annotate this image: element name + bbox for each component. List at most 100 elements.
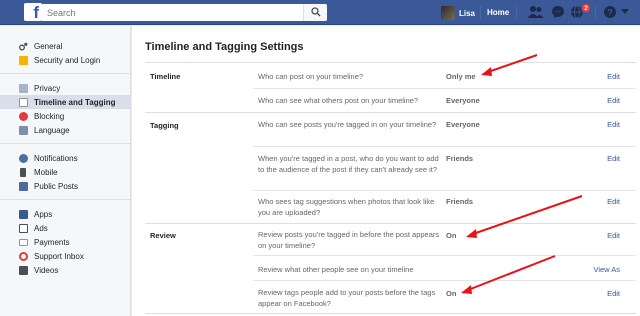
sidebar-item-general[interactable]: General xyxy=(0,39,130,53)
setting-value: Friends xyxy=(446,197,474,206)
divider xyxy=(145,223,636,224)
sidebar-item-label: Security and Login xyxy=(34,55,101,65)
sidebar-item-ads[interactable]: Ads xyxy=(0,221,130,235)
setting-value: Friends xyxy=(446,154,474,163)
sidebar-item-security[interactable]: Security and Login xyxy=(0,53,130,67)
edit-link[interactable]: Edit xyxy=(607,72,620,81)
setting-question: Review what other people see on your tim… xyxy=(258,265,414,274)
notification-badge: 2 xyxy=(581,3,591,13)
setting-value: Everyone xyxy=(446,96,480,105)
sidebar-group-apps: Apps Ads Payments Support Inbox Videos xyxy=(0,200,130,283)
sidebar-group-account: General Security and Login xyxy=(0,26,130,74)
section-label-review: Review xyxy=(150,231,176,240)
section-label-tagging: Tagging xyxy=(150,121,179,130)
profile-name: Lisa xyxy=(459,8,476,18)
edit-link[interactable]: Edit xyxy=(607,96,620,105)
divider xyxy=(253,88,636,89)
sidebar-group-notifications: Notifications Mobile Public Posts xyxy=(0,144,130,200)
friend-requests-icon[interactable] xyxy=(527,5,544,19)
divider xyxy=(253,146,636,147)
profile-link[interactable]: Lisa xyxy=(441,5,475,21)
divider xyxy=(480,6,481,19)
sidebar-item-label: Notifications xyxy=(34,153,78,163)
setting-value: Only me xyxy=(446,72,476,81)
sidebar-item-apps[interactable]: Apps xyxy=(0,207,130,221)
payments-icon xyxy=(19,239,28,246)
sidebar-item-label: Public Posts xyxy=(34,181,79,191)
section-label-timeline: Timeline xyxy=(150,72,181,81)
help-icon[interactable]: ? xyxy=(603,5,617,19)
setting-value: Everyone xyxy=(446,120,480,129)
messenger-icon[interactable] xyxy=(551,5,565,19)
timeline-icon xyxy=(19,98,28,107)
page-title: Timeline and Tagging Settings xyxy=(145,41,304,53)
divider xyxy=(145,313,636,314)
edit-link[interactable]: Edit xyxy=(607,120,620,129)
lock-icon xyxy=(19,84,28,93)
divider xyxy=(253,190,636,191)
edit-link[interactable]: Edit xyxy=(607,197,620,206)
sidebar-item-label: Payments xyxy=(34,237,70,247)
search-input[interactable] xyxy=(41,4,301,21)
sidebar-item-privacy[interactable]: Privacy xyxy=(0,81,130,95)
svg-text:?: ? xyxy=(607,8,613,18)
setting-question: Review tags people add to your posts bef… xyxy=(258,288,436,308)
lifebuoy-icon xyxy=(19,252,28,261)
sidebar-item-language[interactable]: Language xyxy=(0,123,130,137)
language-icon xyxy=(19,126,28,135)
shield-icon xyxy=(19,56,28,65)
globe-icon xyxy=(19,154,28,163)
setting-question: Who can post on your timeline? xyxy=(258,72,364,81)
logo-letter: f xyxy=(33,3,39,22)
account-menu-icon[interactable] xyxy=(621,9,629,15)
sidebar-item-notifications[interactable]: Notifications xyxy=(0,151,130,165)
sidebar-item-label: General xyxy=(34,41,63,51)
divider xyxy=(253,255,636,256)
setting-value: On xyxy=(446,289,457,298)
settings-sidebar: General Security and Login Privacy Timel… xyxy=(0,26,131,316)
search-icon xyxy=(311,7,321,17)
blocking-icon xyxy=(19,112,28,121)
sidebar-item-label: Privacy xyxy=(34,83,61,93)
view-as-link[interactable]: View As xyxy=(593,265,620,274)
setting-value: On xyxy=(446,231,457,240)
divider xyxy=(595,6,596,19)
facebook-logo[interactable]: f xyxy=(24,3,42,22)
edit-link[interactable]: Edit xyxy=(607,154,620,163)
sidebar-item-blocking[interactable]: Blocking xyxy=(0,109,130,123)
divider xyxy=(145,62,636,63)
setting-question: Review posts you're tagged in before the… xyxy=(258,230,440,250)
sidebar-group-privacy: Privacy Timeline and Tagging Blocking La… xyxy=(0,74,130,144)
sidebar-item-public-posts[interactable]: Public Posts xyxy=(0,179,130,193)
home-link[interactable]: Home xyxy=(487,8,509,17)
video-icon xyxy=(19,266,28,275)
top-navigation-bar: f Lisa Home 2 ? xyxy=(0,0,640,25)
setting-question: Who can see posts you're tagged in on yo… xyxy=(258,120,437,129)
edit-link[interactable]: Edit xyxy=(607,289,620,298)
setting-question: Who sees tag suggestions when photos tha… xyxy=(258,197,435,217)
sidebar-item-label: Timeline and Tagging xyxy=(34,97,116,107)
setting-question: Who can see what others post on your tim… xyxy=(258,96,419,105)
sidebar-item-support-inbox[interactable]: Support Inbox xyxy=(0,249,130,263)
edit-link[interactable]: Edit xyxy=(607,231,620,240)
rss-icon xyxy=(19,182,28,191)
sidebar-item-label: Blocking xyxy=(34,111,65,121)
ads-icon xyxy=(19,224,28,233)
avatar xyxy=(441,6,455,20)
sidebar-item-label: Apps xyxy=(34,209,53,219)
gear-icon xyxy=(19,42,28,51)
setting-question: When you're tagged in a post, who do you… xyxy=(258,154,439,174)
sidebar-item-label: Videos xyxy=(34,265,59,275)
search-box xyxy=(41,4,327,21)
search-button[interactable] xyxy=(303,4,327,21)
apps-icon xyxy=(19,210,28,219)
sidebar-item-label: Mobile xyxy=(34,167,58,177)
sidebar-item-timeline-and-tagging[interactable]: Timeline and Tagging xyxy=(0,95,130,109)
sidebar-item-label: Ads xyxy=(34,223,48,233)
sidebar-item-label: Language xyxy=(34,125,70,135)
sidebar-item-videos[interactable]: Videos xyxy=(0,263,130,277)
sidebar-item-payments[interactable]: Payments xyxy=(0,235,130,249)
divider xyxy=(253,280,636,281)
divider xyxy=(516,6,517,19)
sidebar-item-mobile[interactable]: Mobile xyxy=(0,165,130,179)
